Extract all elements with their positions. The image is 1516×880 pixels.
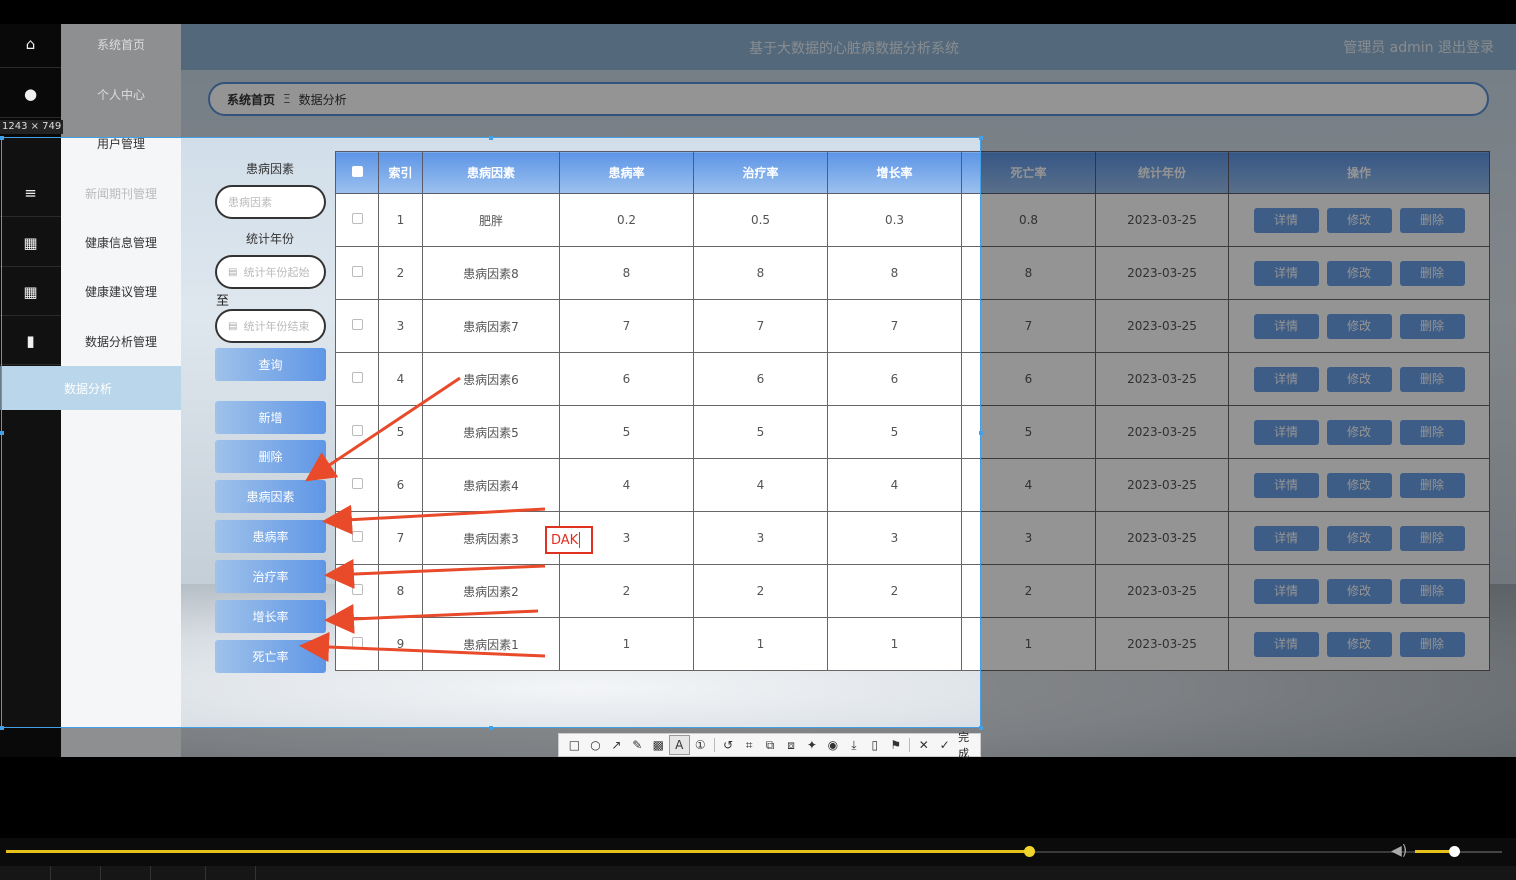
- toolbar-separator: [909, 738, 911, 752]
- bookmark-icon[interactable]: ⚑: [885, 735, 906, 755]
- resize-handle[interactable]: [979, 431, 983, 435]
- undo-icon[interactable]: ↺: [718, 735, 739, 755]
- home-icon[interactable]: ⌂: [0, 24, 61, 68]
- record-icon[interactable]: ◉: [822, 735, 843, 755]
- ocr-icon[interactable]: ⧉: [760, 735, 781, 755]
- text-tool-icon[interactable]: A: [668, 735, 690, 755]
- menu-item-home[interactable]: 系统首页: [61, 24, 181, 68]
- done-button[interactable]: 完成: [958, 729, 980, 761]
- mosaic-tool-icon[interactable]: ▩: [648, 735, 669, 755]
- crop-icon[interactable]: ⌗: [739, 735, 760, 755]
- copy-icon[interactable]: ▯: [864, 735, 885, 755]
- bottom-strip-divider: [150, 866, 151, 880]
- capture-size-label: 1243 × 749: [0, 120, 64, 134]
- toolbar-separator: [713, 738, 715, 752]
- pin-icon[interactable]: ✦: [801, 735, 822, 755]
- save-icon[interactable]: ⤓: [843, 735, 864, 755]
- bottom-strip: [0, 866, 1516, 880]
- bottom-strip-divider: [255, 866, 256, 880]
- arrow-tool-icon[interactable]: ↗: [606, 735, 627, 755]
- translate-icon[interactable]: ⧈: [781, 735, 802, 755]
- number-tool-icon[interactable]: ①: [690, 735, 711, 755]
- resize-handle[interactable]: [0, 726, 4, 730]
- ellipse-tool-icon[interactable]: ○: [585, 735, 606, 755]
- user-icon[interactable]: ●: [0, 70, 61, 118]
- capture-dim-right: [981, 137, 1516, 728]
- resize-handle[interactable]: [489, 136, 493, 140]
- resize-handle[interactable]: [0, 136, 4, 140]
- resize-handle[interactable]: [489, 726, 493, 730]
- capture-dim-top: [0, 24, 1516, 137]
- text-annotation[interactable]: DAK: [545, 526, 593, 554]
- bottom-strip-divider: [50, 866, 51, 880]
- bottom-strip-divider: [100, 866, 101, 880]
- capture-toolbar: □ ○ ↗ ✎ ▩ A ① ↺ ⌗ ⧉ ⧈ ✦ ◉ ⤓ ▯ ⚑ ✕ ✓ 完成: [558, 731, 981, 760]
- menu-item-profile[interactable]: 个人中心: [61, 70, 181, 118]
- pen-tool-icon[interactable]: ✎: [627, 735, 648, 755]
- screen: 基于大数据的心脏病数据分析系统 管理员 admin 退出登录 数据分析 系统首页…: [0, 0, 1516, 880]
- seek-progress: [6, 850, 1030, 853]
- resize-handle[interactable]: [979, 136, 983, 140]
- close-icon[interactable]: ✕: [913, 735, 934, 755]
- volume-icon[interactable]: ◀): [1391, 843, 1407, 859]
- resize-handle[interactable]: [0, 431, 4, 435]
- bottom-strip-divider: [205, 866, 206, 880]
- rect-tool-icon[interactable]: □: [564, 735, 585, 755]
- check-icon[interactable]: ✓: [934, 735, 955, 755]
- capture-selection[interactable]: [1, 137, 981, 728]
